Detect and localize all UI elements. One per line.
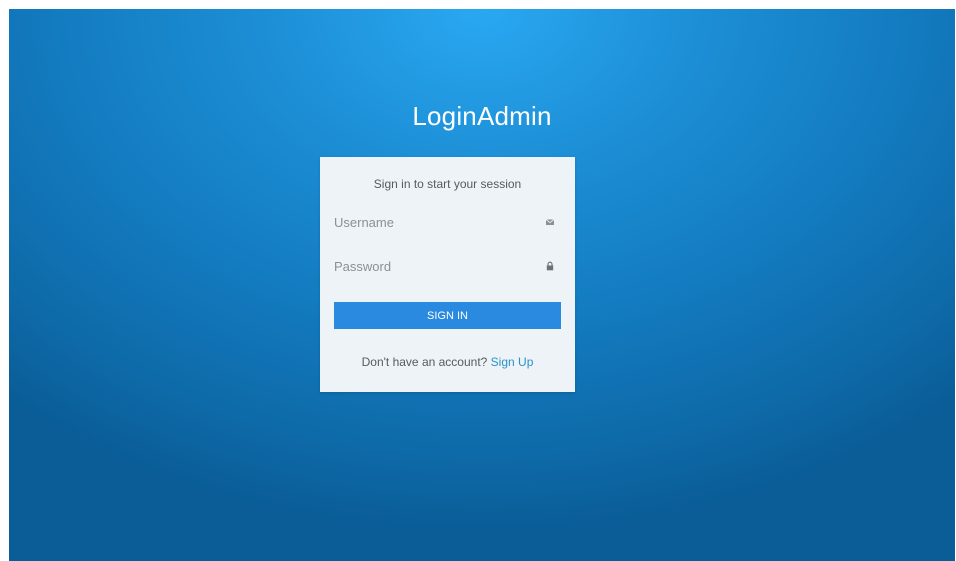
password-field-wrapper xyxy=(334,252,561,280)
login-box-subtitle: Sign in to start your session xyxy=(373,177,522,191)
lock-icon xyxy=(546,261,554,271)
sign-up-link[interactable]: Sign Up xyxy=(491,355,534,369)
envelope-icon xyxy=(545,219,555,225)
sign-in-button[interactable]: SIGN IN xyxy=(334,302,561,329)
brand-title: LoginAdmin xyxy=(412,101,552,131)
signup-row: Don't have an account? Sign Up xyxy=(320,355,575,369)
login-page-background: LoginAdmin Sign in to start your session… xyxy=(9,9,955,561)
password-input[interactable] xyxy=(334,252,561,280)
username-field-wrapper xyxy=(334,208,561,236)
login-box: Sign in to start your session SIGN IN Do… xyxy=(320,157,575,392)
signup-prompt: Don't have an account? xyxy=(361,355,488,369)
username-input[interactable] xyxy=(334,208,561,236)
